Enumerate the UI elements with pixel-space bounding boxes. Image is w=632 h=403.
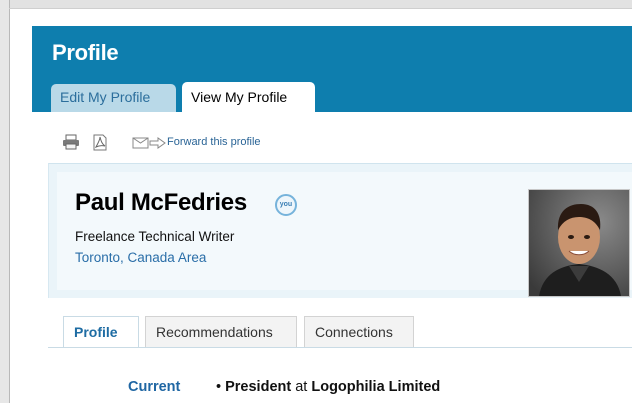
current-at: at [295, 379, 308, 395]
printer-icon[interactable] [62, 134, 80, 155]
tab-edit-my-profile[interactable]: Edit My Profile [51, 84, 176, 112]
forward-icon[interactable] [132, 136, 166, 154]
you-badge: you [275, 194, 297, 216]
profile-toolbar: Forward this profile [32, 112, 632, 160]
window-frame-topedge [9, 8, 632, 9]
subtabs-divider [48, 347, 632, 348]
profile-card-inner: Paul McFedries you Freelance Technical W… [57, 172, 632, 297]
subtab-profile[interactable]: Profile [63, 316, 139, 348]
window-frame-edge [9, 0, 10, 403]
bullet: • [216, 379, 222, 395]
current-title: President [225, 379, 292, 395]
profile-location-link[interactable]: Toronto, Canada Area [75, 250, 206, 265]
subtab-recommendations[interactable]: Recommendations [145, 316, 297, 347]
profile-name: Paul McFedries [75, 189, 247, 216]
current-company-link[interactable]: Logophilia Limited [311, 379, 440, 395]
pdf-icon[interactable] [92, 134, 108, 156]
page-title: Profile [52, 40, 119, 65]
profile-photo [528, 189, 630, 297]
window-frame-left [0, 0, 9, 403]
subtab-connections[interactable]: Connections [304, 316, 414, 347]
current-position-label: Current [128, 379, 181, 395]
profile-headline: Freelance Technical Writer [75, 229, 235, 244]
profile-card: Paul McFedries you Freelance Technical W… [48, 163, 632, 298]
profile-header: Profile Edit My Profile View My Profile [32, 26, 632, 112]
window-frame-top [0, 0, 632, 8]
tab-view-my-profile[interactable]: View My Profile [182, 82, 315, 112]
current-position-value: • President at Logophilia Limited [216, 379, 440, 395]
forward-profile-link[interactable]: Forward this profile [167, 136, 261, 148]
